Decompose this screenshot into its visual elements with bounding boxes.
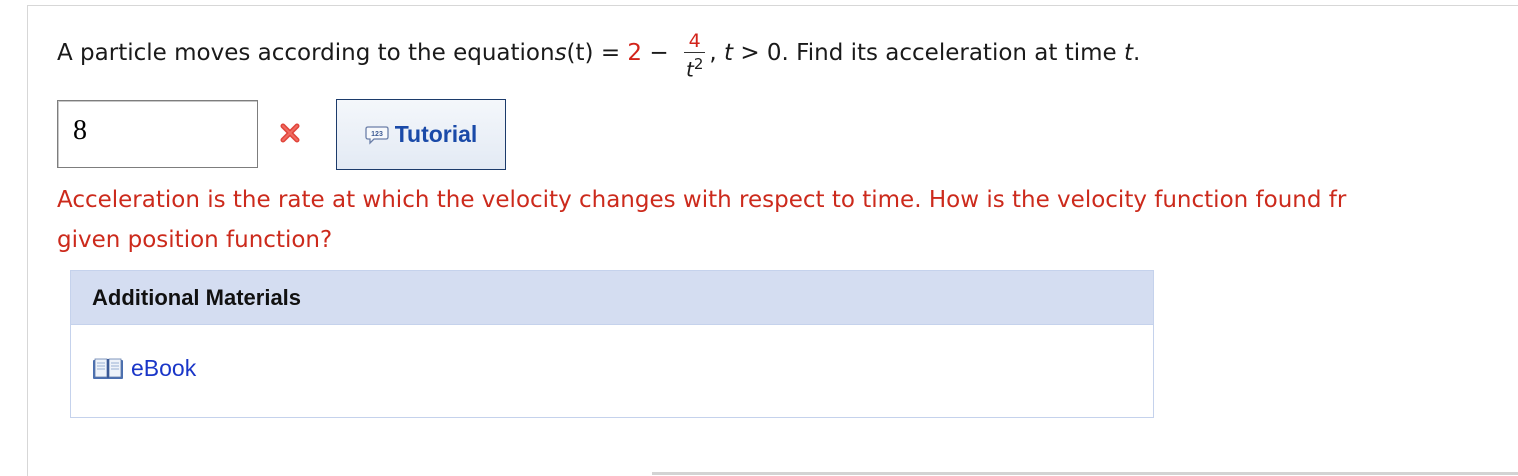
question-prefix: A particle moves according to the equati… xyxy=(57,40,555,66)
denominator-var: t xyxy=(685,57,694,82)
tutorial-label: Tutorial xyxy=(394,121,478,147)
frame-top-border xyxy=(27,5,1518,6)
denominator-exponent: 2 xyxy=(693,54,704,73)
end-punct: . xyxy=(1133,40,1141,66)
ebook-link[interactable]: eBook xyxy=(92,355,196,382)
function-arg: (t) xyxy=(566,40,594,66)
frame-bottom-border xyxy=(652,472,1518,475)
condition-var: t xyxy=(723,40,734,66)
minus-sign: − xyxy=(642,40,676,66)
fraction-comma: , xyxy=(709,40,717,66)
answer-input[interactable]: 8 xyxy=(57,100,258,168)
frame-left-border xyxy=(27,5,28,476)
svg-text:123: 123 xyxy=(371,131,383,138)
feedback-line-2: given position function? xyxy=(57,227,333,253)
additional-materials-title: Additional Materials xyxy=(71,271,1153,325)
additional-materials-panel: Additional Materials eBook xyxy=(70,270,1154,418)
feedback-message: Acceleration is the rate at which the ve… xyxy=(57,180,1518,260)
end-var: t xyxy=(1124,40,1134,66)
red-x-icon xyxy=(280,123,300,143)
tutorial-123-icon: 123 xyxy=(365,125,389,145)
function-name: s xyxy=(554,40,567,66)
tutorial-button[interactable]: 123 Tutorial xyxy=(336,99,506,170)
book-icon xyxy=(93,358,123,379)
fraction: 4 t2 xyxy=(683,29,706,81)
feedback-line-1: Acceleration is the rate at which the ve… xyxy=(57,187,1347,213)
question-rest: > 0. Find its acceleration at time xyxy=(733,40,1124,66)
fraction-denominator: t2 xyxy=(684,53,705,81)
fraction-numerator: 4 xyxy=(688,29,701,52)
question-text: A particle moves according to the equati… xyxy=(57,30,1141,81)
ebook-label: eBook xyxy=(131,355,197,381)
constant-term: 2 xyxy=(627,40,643,66)
equals-sign: = xyxy=(593,40,628,66)
